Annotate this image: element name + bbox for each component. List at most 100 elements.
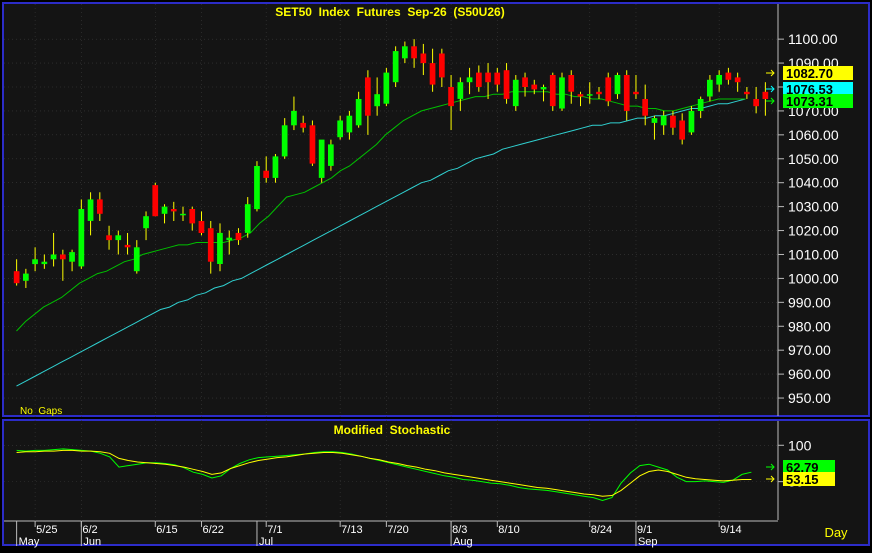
candle-up [697, 99, 704, 111]
price-flag-label: 1082.70 [786, 66, 833, 81]
candle-up [32, 259, 38, 265]
candle-up [337, 120, 343, 138]
price-tick-label: 1000.00 [788, 270, 839, 286]
candle-down [365, 77, 371, 116]
candle-up [69, 252, 75, 262]
candle-down [725, 72, 732, 80]
candle-up [716, 75, 722, 85]
candle-down [97, 199, 103, 214]
candle-down [485, 72, 491, 83]
price-tick-label: 960.00 [788, 366, 831, 382]
candle-up [328, 144, 334, 166]
date-tick-label: 7/1 [267, 524, 282, 536]
candle-down [605, 77, 612, 102]
candle-down [531, 84, 538, 90]
candle-down [152, 185, 159, 217]
month-label: Aug [453, 536, 473, 548]
candle-down [503, 70, 510, 99]
candle-down [411, 46, 417, 59]
price-tick-label: 1020.00 [788, 223, 839, 239]
candle-down [13, 271, 20, 284]
candle-up [660, 115, 667, 126]
candle-down [420, 53, 427, 64]
candle-down [734, 77, 741, 83]
candle-up [346, 115, 353, 133]
chart-window: 1100.001090.001080.001070.001060.001050.… [0, 0, 872, 548]
candle-down [309, 125, 316, 164]
candle-up [87, 199, 94, 221]
month-label: Jul [259, 536, 273, 548]
price-tick-label: 950.00 [788, 390, 831, 406]
candle-up [291, 110, 297, 126]
candle-up [614, 75, 621, 95]
candle-down [596, 91, 602, 95]
candle-down [124, 244, 131, 248]
stochastic-title: Modified Stochastic [334, 423, 451, 437]
candle-up [651, 118, 658, 123]
candle-up [143, 216, 149, 229]
candle-down [448, 87, 454, 107]
price-tick-label: 1030.00 [788, 199, 839, 215]
candle-up [133, 247, 140, 272]
no-gaps-label: No Gaps [20, 406, 62, 417]
candle-down [623, 75, 630, 111]
date-tick-label: 7/13 [341, 524, 362, 536]
candle-down [744, 91, 750, 95]
candle-up [281, 125, 288, 157]
price-tick-label: 1040.00 [788, 175, 839, 191]
candle-up [244, 204, 251, 233]
candle-down [568, 75, 575, 92]
month-label: May [19, 536, 40, 548]
date-tick-label: 8/10 [498, 524, 519, 536]
candle-down [189, 209, 196, 224]
date-tick-label: 8/24 [591, 524, 612, 536]
candle-down [679, 120, 685, 140]
candle-up [226, 237, 233, 241]
candle-up [272, 156, 279, 178]
price-tick-label: 990.00 [788, 294, 831, 310]
candle-down [753, 99, 759, 107]
price-tick-label: 1060.00 [788, 127, 839, 143]
price-tick-label: 1050.00 [788, 151, 839, 167]
price-tick-label: 1010.00 [788, 246, 839, 262]
price-tick-label: 970.00 [788, 342, 831, 358]
price-flag-label: 1073.31 [786, 94, 833, 109]
candle-down [494, 72, 501, 85]
stochastic-flag-label: 53.15 [786, 472, 819, 487]
candle-down [642, 99, 648, 116]
candle-up [540, 87, 547, 90]
price-chart-title: SET50 Index Futures Sep-26 (S50U26) [275, 5, 504, 19]
candle-up [374, 94, 380, 107]
chart-canvas[interactable]: 1100.001090.001080.001070.001060.001050.… [0, 0, 872, 548]
candle-up [318, 139, 325, 178]
candle-up [559, 77, 565, 109]
candle-up [217, 232, 223, 264]
candle-up [466, 77, 473, 83]
date-tick-label: 6/22 [203, 524, 224, 536]
candle-down [207, 228, 214, 262]
candle-up [78, 209, 85, 267]
candle-up [402, 46, 408, 59]
candle-down [429, 63, 436, 85]
date-tick-label: 6/2 [82, 524, 97, 536]
candle-up [355, 99, 362, 126]
candle-up [254, 166, 260, 210]
candle-down [170, 209, 177, 212]
candle-up [50, 254, 57, 260]
candle-down [263, 170, 269, 178]
candle-up [392, 51, 399, 83]
candle-down [762, 91, 769, 99]
candle-up [688, 110, 695, 133]
candle-down [300, 122, 306, 128]
candle-down [235, 232, 242, 241]
candle-up [23, 273, 29, 281]
candle-down [106, 235, 112, 241]
period-label[interactable]: Day [824, 525, 848, 540]
price-tick-label: 980.00 [788, 318, 831, 334]
date-tick-label: 8/3 [452, 524, 467, 536]
month-label: Sep [638, 536, 658, 548]
candle-down [60, 254, 66, 260]
candle-down [577, 94, 584, 97]
candle-up [457, 82, 464, 99]
candle-up [115, 235, 122, 241]
